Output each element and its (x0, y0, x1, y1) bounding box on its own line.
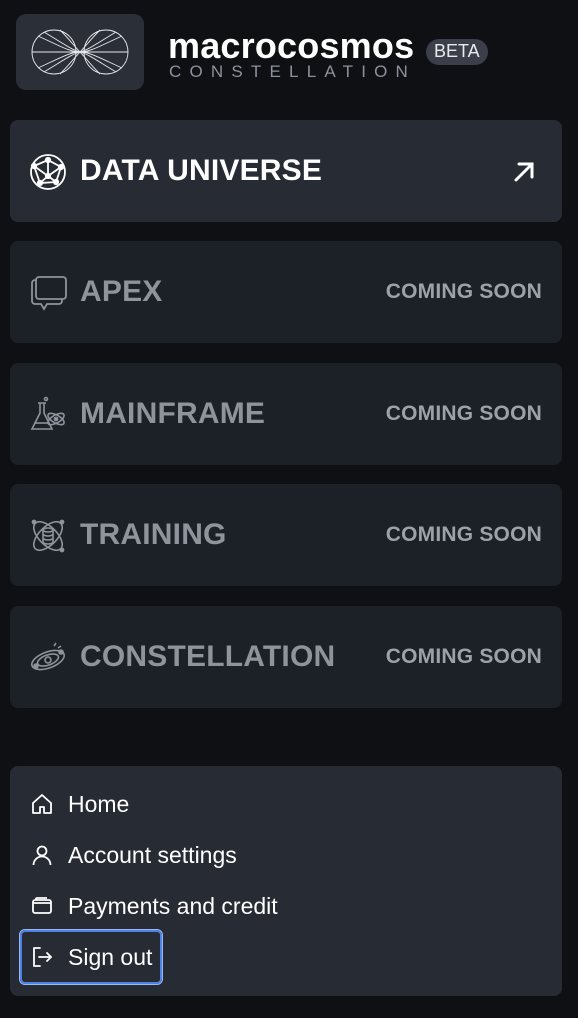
product-card-apex[interactable]: APEX COMING SOON (10, 241, 562, 343)
product-card-training[interactable]: TRAINING COMING SOON (10, 484, 562, 586)
brand-name: macrocosmos (168, 25, 415, 66)
brand-subtitle: CONSTELLATION (169, 62, 417, 81)
app-header: macrocosmos BETA CONSTELLATION (16, 14, 556, 90)
menu-item-label: Sign out (68, 943, 153, 970)
menu-item-account-settings[interactable]: Account settings (20, 828, 247, 882)
chat-bubbles-icon (31, 276, 67, 311)
product-card-data-universe[interactable]: DATA UNIVERSE (10, 120, 562, 222)
coming-soon-label: COMING SOON (385, 645, 542, 668)
menu-item-label: Payments and credit (68, 892, 278, 919)
logo[interactable] (16, 14, 144, 90)
home-icon (32, 794, 52, 814)
product-card-mainframe[interactable]: MAINFRAME COMING SOON (10, 363, 562, 465)
product-card-constellation[interactable]: CONSTELLATION COMING SOON (10, 606, 562, 708)
menu-item-label: Account settings (68, 841, 237, 868)
sign-out-icon (33, 947, 52, 967)
flask-atom-icon (30, 396, 65, 430)
coming-soon-label: COMING SOON (385, 280, 542, 303)
beta-badge: BETA (426, 39, 488, 65)
product-title: CONSTELLATION (80, 640, 336, 673)
product-title: TRAINING (80, 518, 227, 551)
menu-item-sign-out[interactable]: Sign out (20, 930, 163, 984)
user-icon (32, 845, 52, 866)
external-link-arrow-icon[interactable] (510, 158, 538, 186)
wallet-icon (32, 897, 52, 914)
planet-orbit-icon (30, 642, 66, 671)
account-menu: Home Account settings Payments and credi… (10, 766, 562, 996)
macrocosmos-logo-icon (31, 29, 129, 75)
menu-item-label: Home (68, 790, 130, 817)
coming-soon-label: COMING SOON (385, 523, 542, 546)
globe-network-icon (30, 154, 66, 190)
menu-item-home[interactable]: Home (20, 777, 139, 831)
product-title: DATA UNIVERSE (80, 154, 323, 187)
menu-item-payments[interactable]: Payments and credit (20, 879, 288, 933)
product-title: APEX (80, 275, 163, 308)
database-orbit-icon (31, 519, 65, 553)
coming-soon-label: COMING SOON (385, 402, 542, 425)
product-title: MAINFRAME (80, 397, 266, 430)
